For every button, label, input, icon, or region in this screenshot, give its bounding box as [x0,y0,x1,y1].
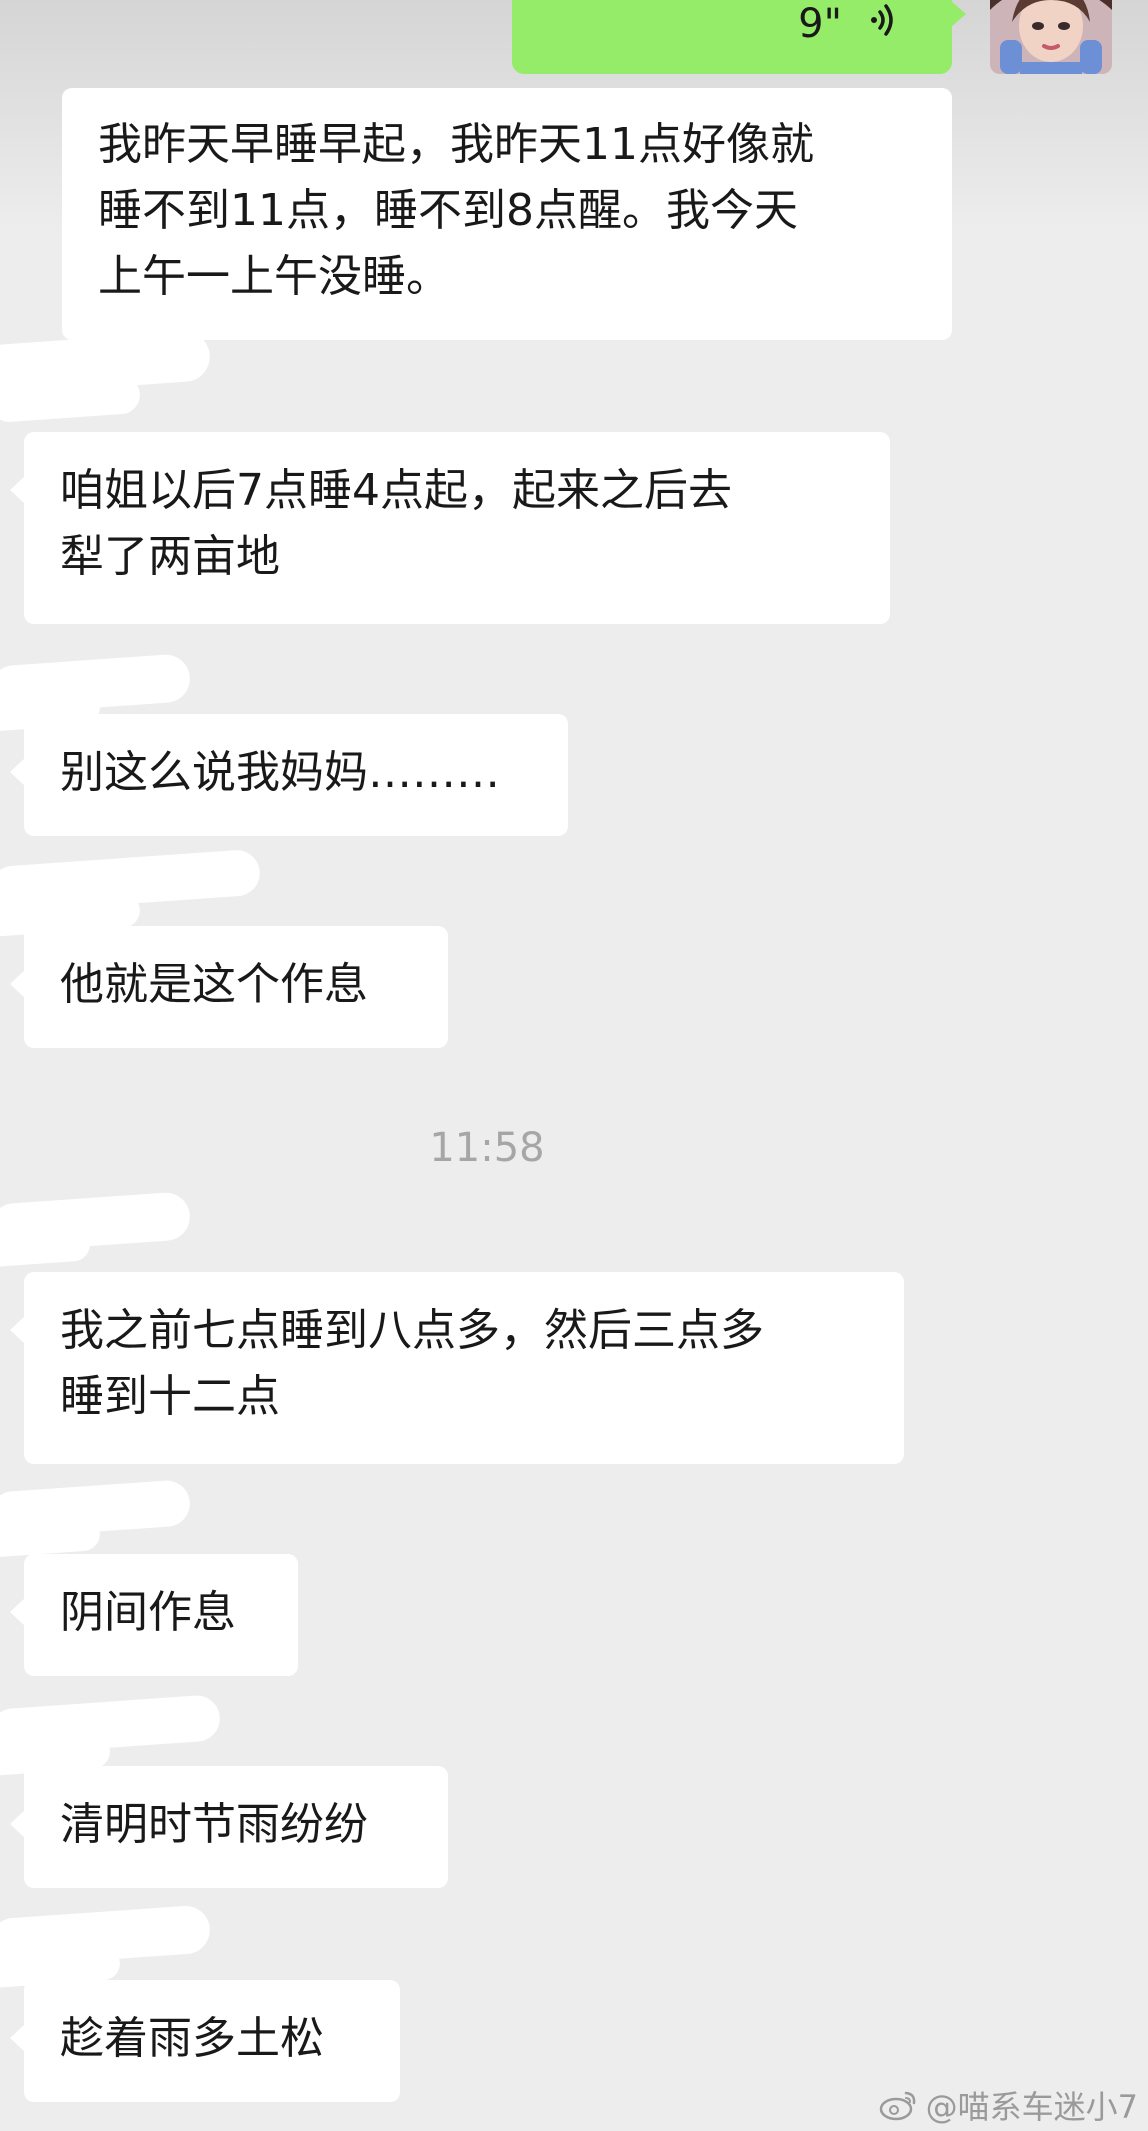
incoming-message-3[interactable]: 别这么说我妈妈……… [10,714,568,836]
message-line: 阴间作息 [60,1587,236,1638]
incoming-message-5[interactable]: 我之前七点睡到八点多，然后三点多 睡到十二点 [10,1272,904,1464]
message-line: 上午一上午没睡。 [98,251,450,302]
message-line: 我之前七点睡到八点多，然后三点多 [60,1305,764,1356]
incoming-message-1[interactable]: 我昨天早睡早起，我昨天11点好像就 睡不到11点，睡不到8点醒。我今天 上午一上… [62,88,952,340]
outgoing-voice-message[interactable]: 9" [512,0,966,74]
message-line: 睡不到11点，睡不到8点醒。我今天 [98,185,798,236]
weibo-watermark: @喵系车迷小7 [878,2082,1138,2128]
message-line: 咱姐以后7点睡4点起，起来之后去 [60,465,732,516]
user-avatar[interactable] [990,0,1112,74]
incoming-message-6[interactable]: 阴间作息 [10,1554,298,1676]
message-line: 我昨天早睡早起，我昨天11点好像就 [98,119,814,170]
incoming-message-7[interactable]: 清明时节雨纷纷 [10,1766,448,1888]
message-line: 别这么说我妈妈……… [60,747,500,798]
watermark-text: @喵系车迷小7 [925,2088,1138,2126]
chat-timestamp: 11:58 [429,1125,545,1171]
incoming-message-4[interactable]: 他就是这个作息 [10,926,448,1048]
weibo-logo-icon [879,2091,915,2121]
incoming-message-2[interactable]: 咱姐以后7点睡4点起，起来之后去 犁了两亩地 [10,432,890,624]
message-line: 他就是这个作息 [60,959,368,1010]
chat-screen: 9" 我昨天早睡早起，我昨天11点好像就 睡不到11点，睡不到8点醒。我今天 上… [0,0,1148,2131]
voice-wave-icon [871,4,893,36]
message-line: 趁着雨多土松 [60,2013,324,2064]
incoming-message-8[interactable]: 趁着雨多土松 [10,1980,400,2102]
avatar-portrait-icon [990,0,1112,74]
message-line: 犁了两亩地 [60,531,280,582]
voice-duration: 9" [798,1,842,47]
redacted-name [0,1226,92,1268]
message-line: 清明时节雨纷纷 [60,1799,368,1850]
redacted-name [0,1515,102,1559]
redacted-name [0,374,142,424]
message-line: 睡到十二点 [60,1371,280,1422]
